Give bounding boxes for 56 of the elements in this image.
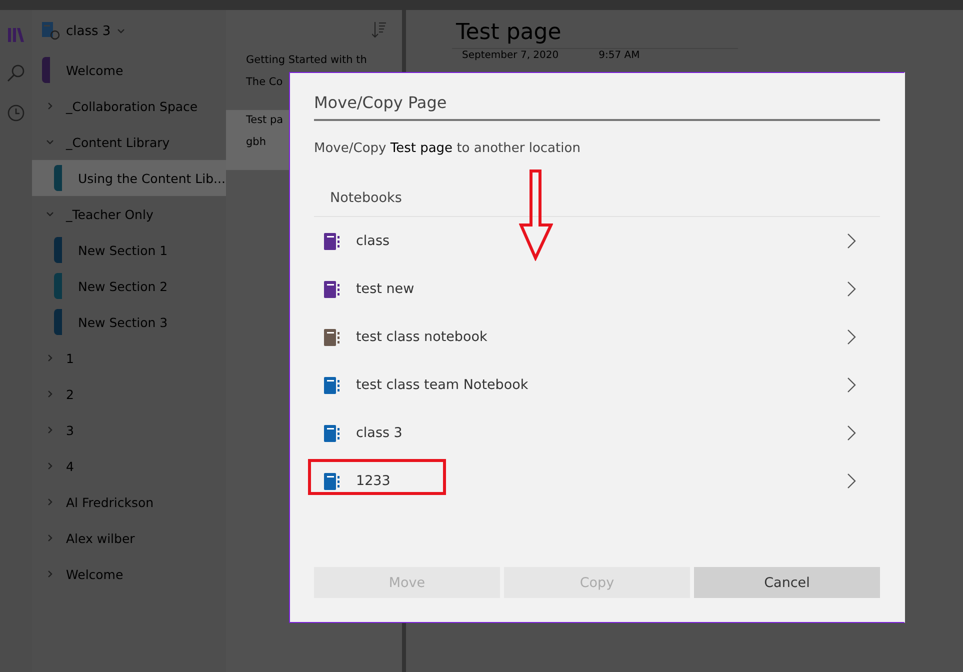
chevron-right-icon [847,281,856,297]
section-item[interactable]: Using the Content Lib... [32,160,226,196]
page-preview: gbh [246,136,266,148]
chevron-right-icon [847,377,856,393]
sort-icon[interactable] [372,22,386,38]
section-group[interactable]: 2 [32,376,226,412]
chevron-right-icon [847,233,856,249]
notebook-item[interactable]: test class notebook [314,313,880,361]
section-group[interactable]: Al Fredrickson [32,484,226,520]
arrow-annotation-icon [519,169,553,261]
chevron-right-icon[interactable] [46,354,54,362]
search-icon[interactable] [7,64,25,82]
section-group[interactable]: _Collaboration Space [32,88,226,124]
chevron-right-icon[interactable] [46,426,54,434]
notebook-item[interactable]: 1233 [314,457,880,505]
chevron-right-icon[interactable] [46,462,54,470]
chevron-down-icon[interactable] [116,27,125,35]
notebook-item[interactable]: test new [314,265,880,313]
page-time: 9:57 AM [598,50,640,61]
section-group[interactable]: Welcome [32,556,226,592]
section-group[interactable]: 1 [32,340,226,376]
section-item[interactable]: New Section 3 [32,304,226,340]
chevron-right-icon[interactable] [46,102,54,110]
chevron-down-icon[interactable] [46,210,54,218]
section-group[interactable]: 4 [32,448,226,484]
chevron-right-icon[interactable] [46,534,54,542]
page-heading: Test page [452,20,738,49]
chevron-right-icon [847,329,856,345]
chevron-right-icon [847,425,856,441]
notebook-item[interactable]: test class team Notebook [314,361,880,409]
dialog-button[interactable]: Cancel [694,567,880,598]
section-group[interactable]: _Teacher Only [32,196,226,232]
notebook-item[interactable]: class 3 [314,409,880,457]
section-group[interactable]: 3 [32,412,226,448]
chevron-right-icon[interactable] [46,390,54,398]
list-header: Notebooks [314,190,880,217]
notebook-item[interactable]: class [314,217,880,265]
dialog-title: Move/Copy Page [314,85,880,121]
chevron-right-icon[interactable] [46,498,54,506]
section-group[interactable]: _Content Library [32,124,226,160]
notebook-sync-icon [42,22,60,40]
notebook-picker[interactable]: class 3 [66,24,125,38]
page-title: Getting Started with th [246,54,367,66]
chevron-down-icon[interactable] [46,138,54,146]
chevron-right-icon[interactable] [46,570,54,578]
page-title: Test pa [246,114,284,126]
chevron-right-icon [847,473,856,489]
section-item[interactable]: Welcome [32,52,226,88]
section-group[interactable]: Alex wilber [32,520,226,556]
page-date: September 7, 2020 [462,50,559,61]
clock-icon[interactable] [7,104,25,122]
notebooks-icon[interactable] [8,28,24,42]
section-item[interactable]: New Section 2 [32,268,226,304]
page-preview: The Co [246,76,283,88]
dialog-message: Move/Copy Test page to another location [314,141,582,156]
section-item[interactable]: New Section 1 [32,232,226,268]
